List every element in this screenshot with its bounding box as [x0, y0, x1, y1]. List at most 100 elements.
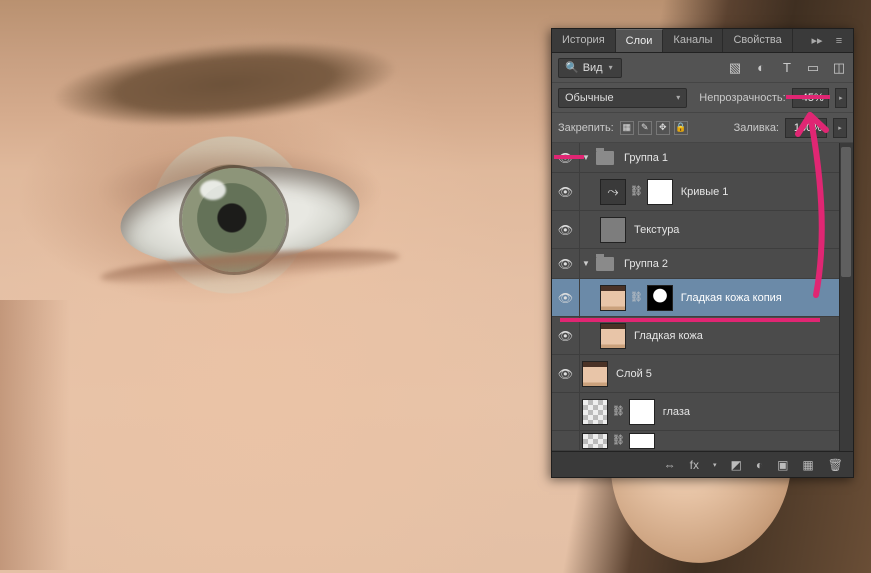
eye-icon: 👁 [558, 185, 573, 199]
fill-input[interactable]: 100% [785, 118, 827, 138]
curves-icon: ⤳ [607, 183, 618, 200]
layer-list: 👁 ▼ Группа 1 👁 ⤳ ⛓ Кривые 1 👁 Текстура [552, 143, 853, 451]
layer-row-selected[interactable]: 👁 ⛓ Гладкая кожа копия [552, 279, 853, 317]
mask-thumb[interactable] [647, 179, 673, 205]
eye-icon: 👁 [558, 151, 573, 165]
filter-row: 🔍 Вид ▾ ▧ ◐ T ▭ ◫ [552, 53, 853, 83]
link-layers-icon[interactable]: ⇔ [664, 458, 676, 472]
filter-shape-icon[interactable]: ▭ [805, 60, 821, 76]
fx-caret[interactable]: ▾ [713, 461, 717, 469]
visibility-toggle[interactable]: 👁 [552, 249, 580, 278]
add-adjustment-icon[interactable]: ◐ [756, 458, 763, 472]
tab-layers[interactable]: Слои [616, 29, 664, 52]
layer-thumb [582, 433, 608, 449]
filter-label: Вид [583, 62, 603, 74]
opacity-input[interactable]: 45% [792, 88, 829, 108]
layer-name: Кривые 1 [681, 186, 729, 198]
layer-name: глаза [663, 406, 690, 418]
visibility-toggle[interactable]: 👁 [552, 143, 580, 172]
lock-buttons: ▦ ✎ ✥ 🔒 [620, 121, 688, 135]
lock-label: Закрепить: [558, 122, 614, 134]
filter-adjust-icon[interactable]: ◐ [753, 60, 769, 76]
filter-type-icon[interactable]: T [779, 60, 795, 76]
visibility-toggle[interactable]: 👁 [552, 355, 580, 392]
tab-properties[interactable]: Свойства [723, 29, 792, 52]
folder-icon [596, 257, 614, 271]
visibility-toggle[interactable] [552, 431, 580, 450]
layer-thumb [600, 285, 626, 311]
panel-menu-icon[interactable]: ≡ [831, 35, 847, 47]
layer-name: Гладкая кожа копия [681, 292, 782, 304]
eye-icon: 👁 [558, 291, 573, 305]
opacity-stepper[interactable]: ▸ [835, 88, 847, 108]
layer-name: Слой 5 [616, 368, 652, 380]
lock-row: Закрепить: ▦ ✎ ✥ 🔒 Заливка: 100% ▸ [552, 113, 853, 143]
lock-all-icon[interactable]: 🔒 [674, 121, 688, 135]
blend-mode-value: Обычные [565, 92, 614, 104]
eye-icon: 👁 [558, 223, 573, 237]
lock-pixels-icon[interactable]: ✎ [638, 121, 652, 135]
filter-icons: ▧ ◐ T ▭ ◫ [727, 60, 847, 76]
visibility-toggle[interactable]: 👁 [552, 317, 580, 354]
layer-row[interactable]: 👁 Слой 5 [552, 355, 853, 393]
link-icon: ⛓ [612, 406, 625, 417]
layer-row-group[interactable]: 👁 ▼ Группа 2 [552, 249, 853, 279]
collapse-icon[interactable]: ▸▸ [809, 34, 825, 47]
eye-icon: 👁 [558, 257, 573, 271]
fx-icon[interactable]: fx [690, 458, 699, 472]
filter-smart-icon[interactable]: ◫ [831, 60, 847, 76]
layers-panel: История Слои Каналы Свойства ▸▸ ≡ 🔍 Вид … [551, 28, 854, 478]
layer-row-group[interactable]: 👁 ▼ Группа 1 [552, 143, 853, 173]
link-icon: ⛓ [630, 186, 643, 197]
layer-filter-dropdown[interactable]: 🔍 Вид ▾ [558, 58, 622, 78]
layer-row[interactable]: 👁 Гладкая кожа [552, 317, 853, 355]
new-layer-icon[interactable]: ▦ [802, 458, 813, 472]
search-icon: 🔍 [565, 61, 579, 74]
lock-position-icon[interactable]: ✥ [656, 121, 670, 135]
layer-name: Группа 2 [624, 258, 668, 270]
tab-history[interactable]: История [552, 29, 616, 52]
blend-mode-dropdown[interactable]: Обычные ▾ [558, 88, 687, 108]
mask-thumb[interactable] [629, 399, 655, 425]
visibility-toggle[interactable] [552, 393, 580, 430]
visibility-toggle[interactable]: 👁 [552, 279, 580, 316]
nose-shadow [0, 300, 70, 570]
layer-thumb [600, 323, 626, 349]
filter-pixel-icon[interactable]: ▧ [727, 60, 743, 76]
add-mask-icon[interactable]: ◩ [730, 458, 741, 472]
layer-row-partial[interactable]: ⛓ [552, 431, 853, 451]
layer-row[interactable]: ⛓ глаза [552, 393, 853, 431]
disclosure-triangle[interactable]: ▼ [580, 153, 592, 162]
layer-thumb [582, 399, 608, 425]
link-icon: ⛓ [630, 292, 643, 303]
disclosure-triangle[interactable]: ▼ [580, 259, 592, 268]
tab-channels[interactable]: Каналы [663, 29, 723, 52]
chevron-down-icon: ▾ [676, 93, 680, 102]
eye-icon: 👁 [558, 367, 573, 381]
canvas-photo: История Слои Каналы Свойства ▸▸ ≡ 🔍 Вид … [0, 0, 871, 573]
adjustment-thumb: ⤳ [600, 179, 626, 205]
mask-thumb[interactable] [647, 285, 673, 311]
new-group-icon[interactable]: ▣ [777, 458, 788, 472]
layer-thumb [600, 217, 626, 243]
delete-icon[interactable]: 🗑 [828, 458, 843, 472]
visibility-toggle[interactable]: 👁 [552, 173, 580, 210]
blend-row: Обычные ▾ Непрозрачность: 45% ▸ [552, 83, 853, 113]
lock-transparent-icon[interactable]: ▦ [620, 121, 634, 135]
scrollbar[interactable] [839, 143, 853, 451]
layer-name: Группа 1 [624, 152, 668, 164]
opacity-label: Непрозрачность: [699, 92, 785, 104]
mask-thumb[interactable] [629, 433, 655, 449]
folder-icon [596, 151, 614, 165]
chevron-down-icon: ▾ [609, 63, 613, 72]
layer-name: Гладкая кожа [634, 330, 703, 342]
scroll-thumb[interactable] [841, 147, 851, 277]
layer-name: Текстура [634, 224, 679, 236]
layer-row-adjustment[interactable]: 👁 ⤳ ⛓ Кривые 1 [552, 173, 853, 211]
panel-footer: ⇔ fx ▾ ◩ ◐ ▣ ▦ 🗑 [552, 451, 853, 477]
visibility-toggle[interactable]: 👁 [552, 211, 580, 248]
fill-label: Заливка: [734, 122, 779, 134]
link-icon: ⛓ [612, 435, 625, 446]
fill-stepper[interactable]: ▸ [833, 118, 847, 138]
layer-row[interactable]: 👁 Текстура [552, 211, 853, 249]
